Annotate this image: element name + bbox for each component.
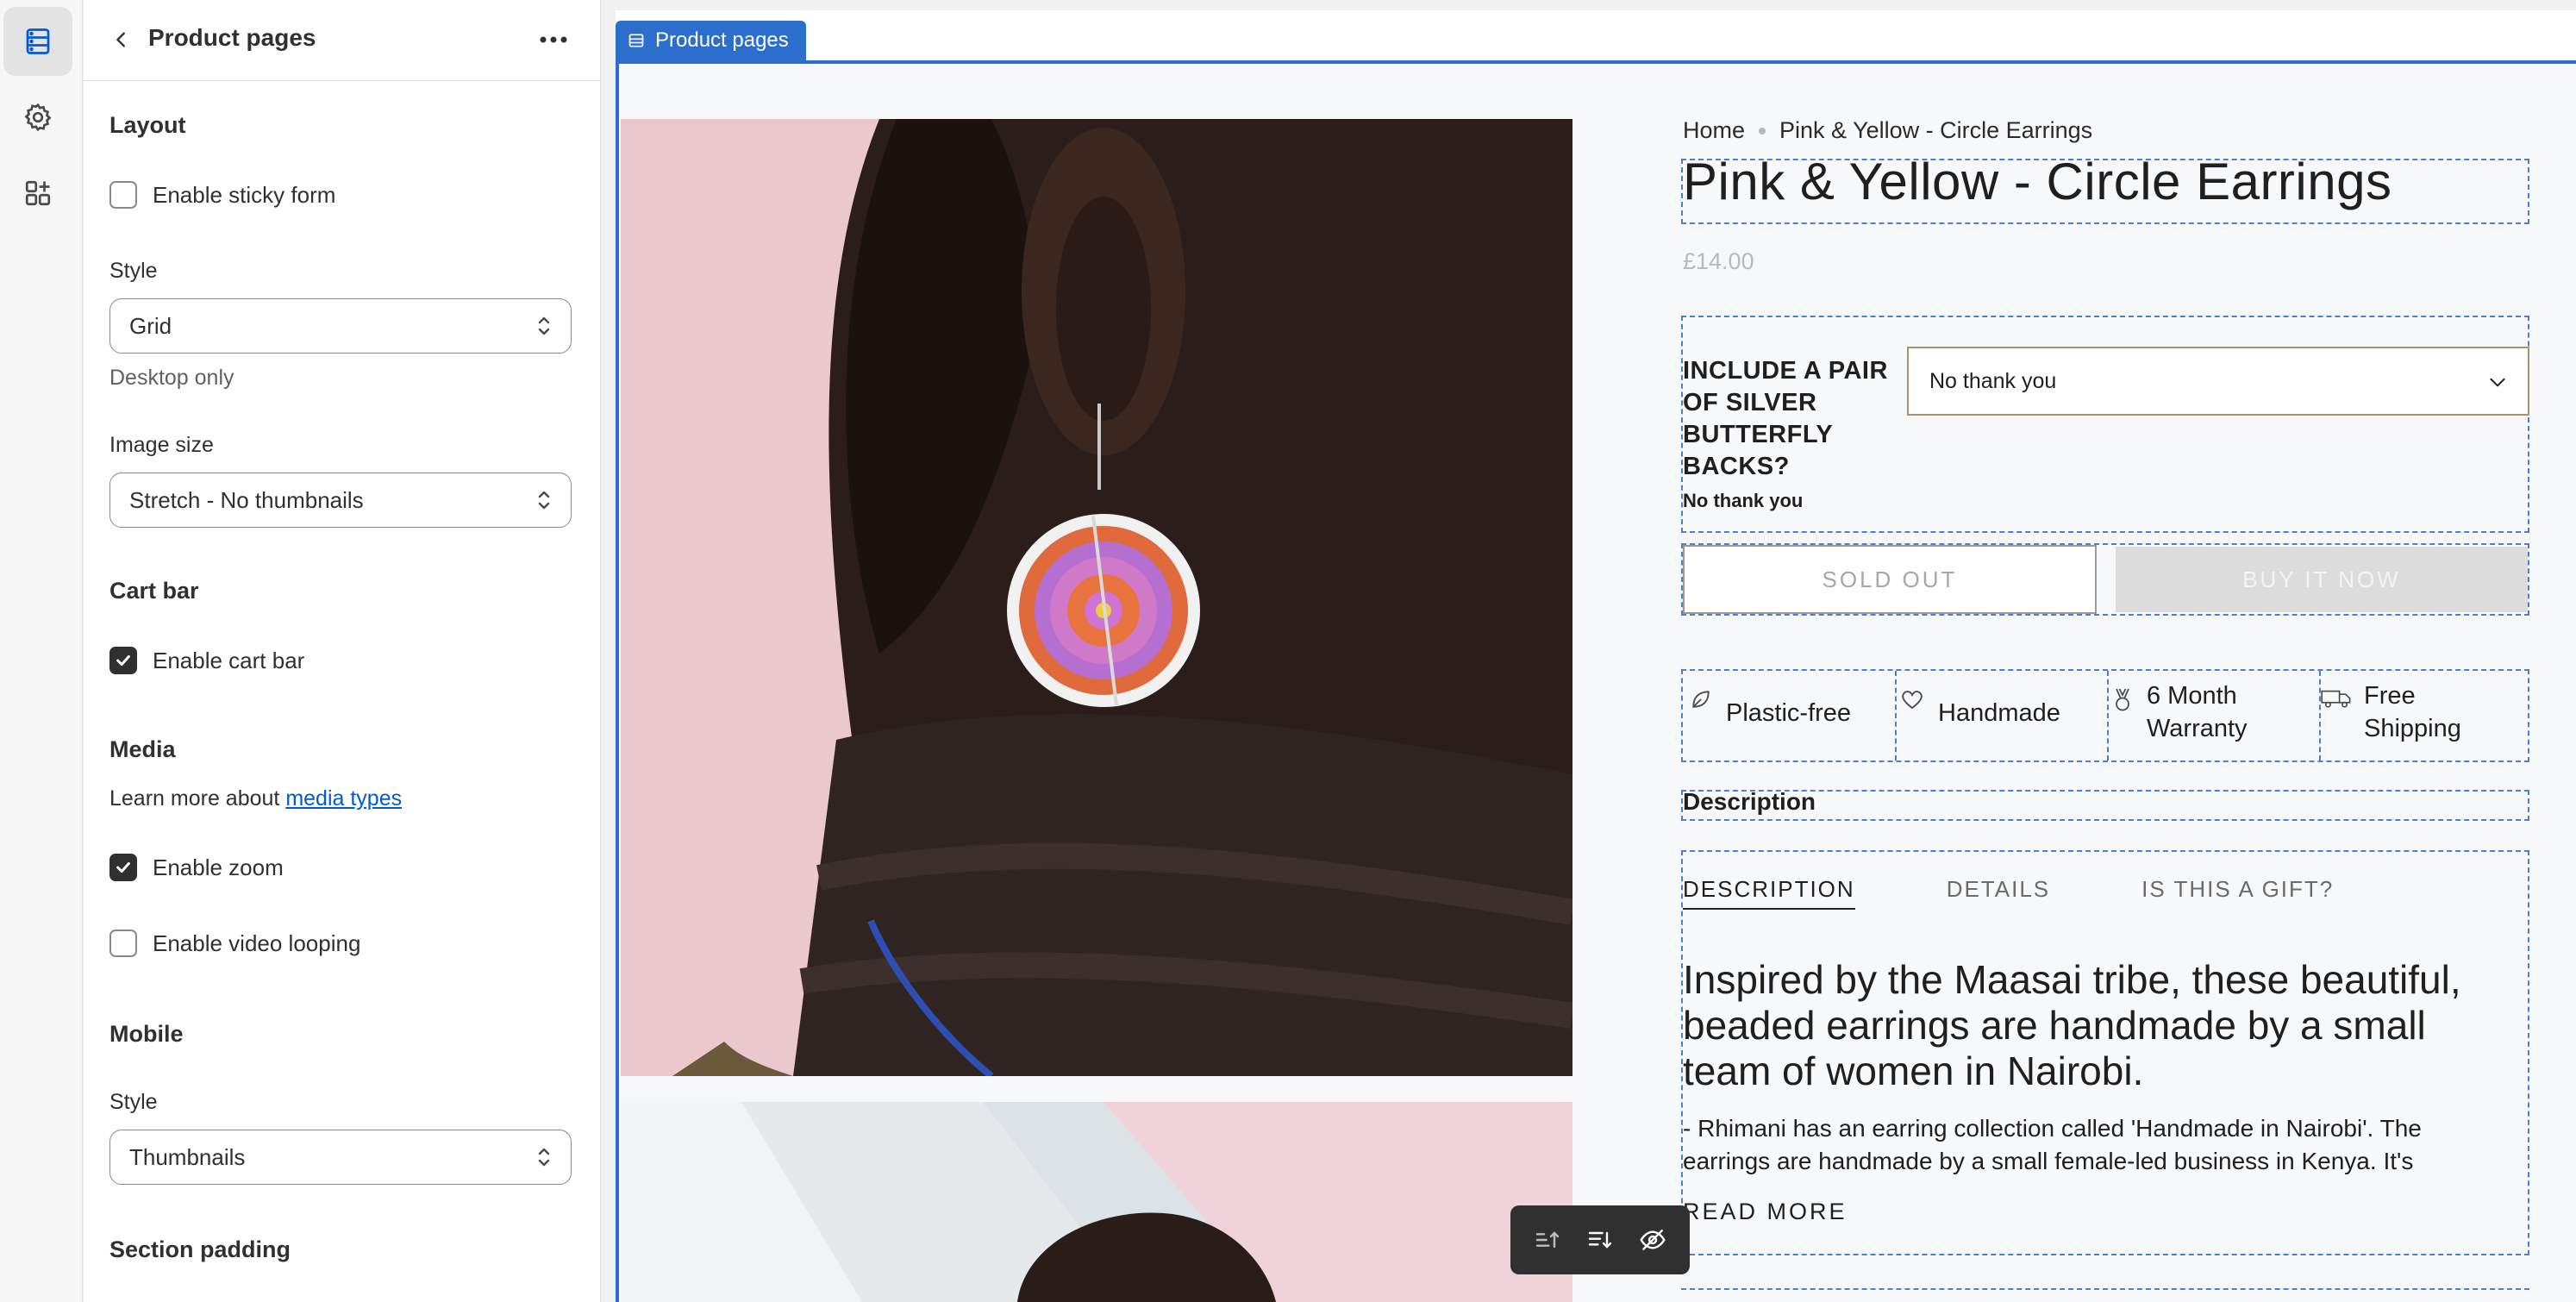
description-body: - Rhimani has an earring collection call… [1683, 1115, 2422, 1174]
settings-panel: Product pages Layout Enable sticky form … [84, 0, 601, 1302]
variant-option-current: No thank you [1683, 490, 1804, 511]
sold-out-button[interactable]: SOLD OUT [1683, 545, 2097, 614]
style-select[interactable]: Grid [109, 298, 572, 354]
breadcrumb-separator [1759, 127, 1766, 135]
feature-label: 6 Month Warranty [2147, 682, 2248, 742]
sort-icon[interactable] [1586, 1226, 1614, 1254]
style-select-value: Grid [129, 312, 172, 339]
style-label: Style [109, 259, 158, 283]
image-size-select-value: Stretch - No thumbnails [129, 486, 364, 513]
product-title: Pink & Yellow - Circle Earrings [1683, 153, 2392, 210]
zoom-checkbox[interactable] [109, 854, 137, 881]
select-chevron-icon [538, 491, 550, 510]
zoom-label: Enable zoom [153, 854, 284, 880]
video-looping-checkbox[interactable] [109, 930, 137, 957]
mobile-style-select-value: Thumbnails [129, 1143, 246, 1170]
variant-option-label: INCLUDE A PAIR OF SILVER BUTTERFLY BACKS… [1683, 357, 1888, 480]
breadcrumb: Home Pink & Yellow - Circle Earrings [1683, 117, 2092, 144]
feature-label: Plastic-free [1726, 699, 1852, 727]
panel-title: Product pages [148, 24, 316, 51]
icon-rail [0, 0, 83, 1302]
section-outline-left [616, 60, 619, 1302]
feature-divider [1895, 671, 1897, 761]
video-looping-label: Enable video looping [153, 930, 361, 956]
floating-toolbar [1510, 1205, 1690, 1274]
zoom-checkbox-row[interactable]: Enable zoom [109, 854, 284, 881]
tab-description[interactable]: DESCRIPTION [1683, 876, 1855, 910]
apps-icon[interactable] [3, 159, 72, 228]
style-help-text: Desktop only [109, 366, 234, 390]
product-image-earring[interactable] [621, 119, 1572, 1076]
section-tag-icon [628, 34, 644, 47]
feature-warranty: 6 Month Warranty [2110, 671, 2316, 761]
section-padding-heading: Section padding [109, 1236, 291, 1262]
tab-details[interactable]: DETAILS [1947, 876, 2050, 910]
sticky-form-checkbox-row[interactable]: Enable sticky form [109, 181, 335, 209]
description-lead: Inspired by the Maasai tribe, these beau… [1683, 957, 2461, 1093]
breadcrumb-home[interactable]: Home [1683, 117, 1745, 144]
hide-icon[interactable] [1639, 1226, 1666, 1254]
truck-icon [2321, 690, 2351, 708]
media-types-link[interactable]: media types [285, 786, 402, 811]
feature-free-shipping: Free Shipping [2321, 671, 2526, 761]
leaf-icon [1692, 691, 1710, 708]
feature-divider [2107, 671, 2109, 761]
cart-bar-label: Enable cart bar [153, 647, 305, 673]
image-size-label: Image size [109, 433, 214, 457]
feature-plastic-free: Plastic-free [1688, 671, 1891, 761]
cart-bar-heading: Cart bar [109, 578, 199, 604]
mobile-style-select[interactable]: Thumbnails [109, 1130, 572, 1185]
chevron-down-icon [2490, 378, 2505, 387]
section-tag[interactable]: Product pages [616, 21, 806, 60]
settings-gear-icon[interactable] [3, 83, 72, 152]
buy-it-now-button[interactable]: BUY IT NOW [2116, 547, 2528, 612]
feature-handmade: Handmade [1898, 671, 2104, 761]
move-icon[interactable] [1534, 1226, 1561, 1254]
layout-heading: Layout [109, 112, 186, 138]
mobile-style-label: Style [109, 1090, 158, 1114]
image-size-select[interactable]: Stretch - No thumbnails [109, 473, 572, 528]
heart-icon [1902, 691, 1923, 710]
next-block-outline [1681, 1288, 2529, 1302]
variant-option-select[interactable]: No thank you [1907, 347, 2529, 416]
sticky-form-label: Enable sticky form [153, 181, 336, 208]
variant-option-select-value: No thank you [1929, 368, 2057, 393]
back-arrow-icon[interactable] [104, 22, 139, 57]
feature-label: Handmade [1938, 699, 2060, 727]
cart-bar-checkbox-row[interactable]: Enable cart bar [109, 647, 304, 674]
feature-label: Free Shipping [2364, 682, 2461, 742]
sticky-form-checkbox[interactable] [109, 181, 137, 209]
product-price: £14.00 [1683, 248, 1754, 274]
select-chevron-icon [538, 1148, 550, 1167]
description-heading: Description [1683, 788, 1816, 815]
media-help-prefix: Learn more about [109, 786, 280, 811]
more-options-icon[interactable] [535, 22, 572, 57]
award-icon [2116, 688, 2129, 711]
breadcrumb-current: Pink & Yellow - Circle Earrings [1779, 117, 2093, 143]
section-outline-top [616, 60, 2576, 64]
mobile-heading: Mobile [109, 1021, 184, 1047]
sections-icon[interactable] [3, 7, 72, 76]
select-chevron-icon [538, 316, 550, 335]
product-image-portrait[interactable] [621, 1102, 1572, 1302]
cart-bar-checkbox[interactable] [109, 647, 137, 674]
video-looping-checkbox-row[interactable]: Enable video looping [109, 930, 360, 957]
read-more-link[interactable]: READ MORE [1683, 1199, 1848, 1225]
section-tag-label: Product pages [655, 28, 789, 52]
panel-header: Product pages [84, 0, 600, 81]
media-heading: Media [109, 736, 176, 762]
product-tabs: DESCRIPTION DETAILS IS THIS A GIFT? [1683, 876, 2425, 910]
tab-is-this-a-gift[interactable]: IS THIS A GIFT? [2141, 876, 2334, 910]
media-help-text: Learn more about media types [109, 786, 402, 811]
